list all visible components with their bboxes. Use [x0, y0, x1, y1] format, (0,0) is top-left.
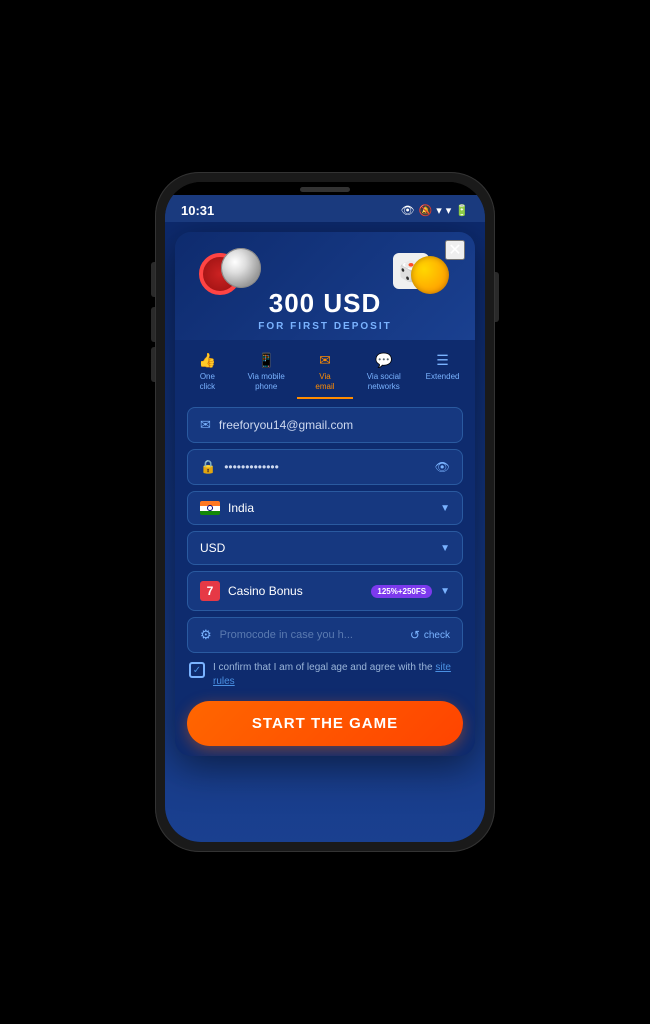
tab-mobile-label: Via mobilephone	[248, 372, 285, 391]
registration-form: ✉ freeforyou14@gmail.com 🔒 •••••••••••••…	[175, 399, 475, 756]
promo-gear-icon: ⚙	[200, 627, 212, 643]
status-icons: 👁 🔕 ▾ ▾ 🔋	[401, 204, 469, 217]
currency-select[interactable]: USD ▼	[187, 531, 463, 565]
wifi-icon: ▾	[436, 204, 442, 217]
bonus-amount: 300 USD	[191, 288, 459, 319]
extended-icon: ☰	[436, 352, 449, 369]
email-value: freeforyou14@gmail.com	[219, 418, 450, 432]
phone-screen: 10:31 👁 🔕 ▾ ▾ 🔋 ✕	[165, 182, 485, 842]
mobile-icon: 📱	[257, 352, 274, 369]
tab-extended[interactable]: ☰ Extended	[414, 348, 471, 399]
email-field[interactable]: ✉ freeforyou14@gmail.com	[187, 407, 463, 443]
modal-overlay: ✕ 🎲 300 USD FOR FIRST DEPOSIT	[165, 222, 485, 842]
email-icon: ✉	[200, 417, 211, 433]
currency-chevron-icon: ▼	[440, 543, 450, 554]
tab-social[interactable]: 💬 Via socialnetworks	[355, 348, 412, 399]
bonus-label: Casino Bonus	[228, 584, 363, 598]
social-icon: 💬	[375, 352, 392, 369]
terms-text: I confirm that I am of legal age and agr…	[213, 661, 461, 689]
signal-icon: ▾	[446, 204, 452, 217]
battery-icon: 🔋	[455, 204, 469, 217]
country-chevron-icon: ▼	[440, 503, 450, 514]
lock-icon: 🔒	[200, 459, 216, 475]
check-label: check	[424, 630, 450, 641]
promo-check-button[interactable]: ↺ check	[410, 628, 450, 642]
tab-one-click-label: Oneclick	[200, 372, 216, 391]
start-game-button[interactable]: START THE GAME	[187, 701, 463, 746]
bonus-chevron-icon: ▼	[440, 586, 450, 597]
notch	[165, 182, 485, 195]
terms-row: ✓ I confirm that I am of legal age and a…	[187, 659, 463, 691]
soccer-ball-decoration	[221, 248, 261, 288]
status-time: 10:31	[181, 203, 214, 218]
tab-email[interactable]: ✉ Viaemail	[297, 348, 354, 399]
bonus-subtitle: FOR FIRST DEPOSIT	[191, 321, 459, 332]
bonus-select[interactable]: 7 Casino Bonus 125%+250FS ▼	[187, 571, 463, 611]
tab-one-click[interactable]: 👍 Oneclick	[179, 348, 236, 399]
bonus-badge: 125%+250FS	[371, 585, 432, 598]
promo-field[interactable]: ⚙ Promocode in case you h... ↺ check	[187, 617, 463, 653]
eye-icon: 👁	[401, 204, 415, 217]
country-value: India	[228, 501, 432, 515]
terms-checkbox[interactable]: ✓	[189, 662, 205, 678]
password-field[interactable]: 🔒 ••••••••••••• 👁	[187, 449, 463, 485]
registration-tabs: 👍 Oneclick 📱 Via mobilephone ✉ Viaemail	[175, 340, 475, 399]
tab-extended-label: Extended	[426, 372, 460, 382]
currency-value: USD	[200, 541, 432, 555]
password-value: •••••••••••••	[224, 460, 427, 474]
promo-placeholder: Promocode in case you h...	[220, 629, 402, 641]
modal-header: ✕ 🎲 300 USD FOR FIRST DEPOSIT	[175, 232, 475, 340]
screen: 10:31 👁 🔕 ▾ ▾ 🔋 ✕	[165, 195, 485, 842]
status-bar: 10:31 👁 🔕 ▾ ▾ 🔋	[165, 195, 485, 222]
phone-frame: 10:31 👁 🔕 ▾ ▾ 🔋 ✕	[155, 172, 495, 852]
india-flag	[200, 501, 220, 515]
bell-off-icon: 🔕	[419, 204, 433, 217]
checkmark-icon: ✓	[193, 665, 201, 676]
country-select[interactable]: India ▼	[187, 491, 463, 525]
email-tab-icon: ✉	[319, 352, 331, 369]
one-click-icon: 👍	[199, 352, 216, 369]
registration-modal: ✕ 🎲 300 USD FOR FIRST DEPOSIT	[175, 232, 475, 756]
tab-mobile[interactable]: 📱 Via mobilephone	[238, 348, 295, 399]
eye-toggle-icon[interactable]: 👁	[435, 460, 450, 474]
tab-email-label: Viaemail	[315, 372, 334, 391]
speaker	[300, 187, 350, 192]
reset-icon: ↺	[410, 628, 420, 642]
bonus-seven-icon: 7	[200, 581, 220, 601]
tab-social-label: Via socialnetworks	[367, 372, 401, 391]
